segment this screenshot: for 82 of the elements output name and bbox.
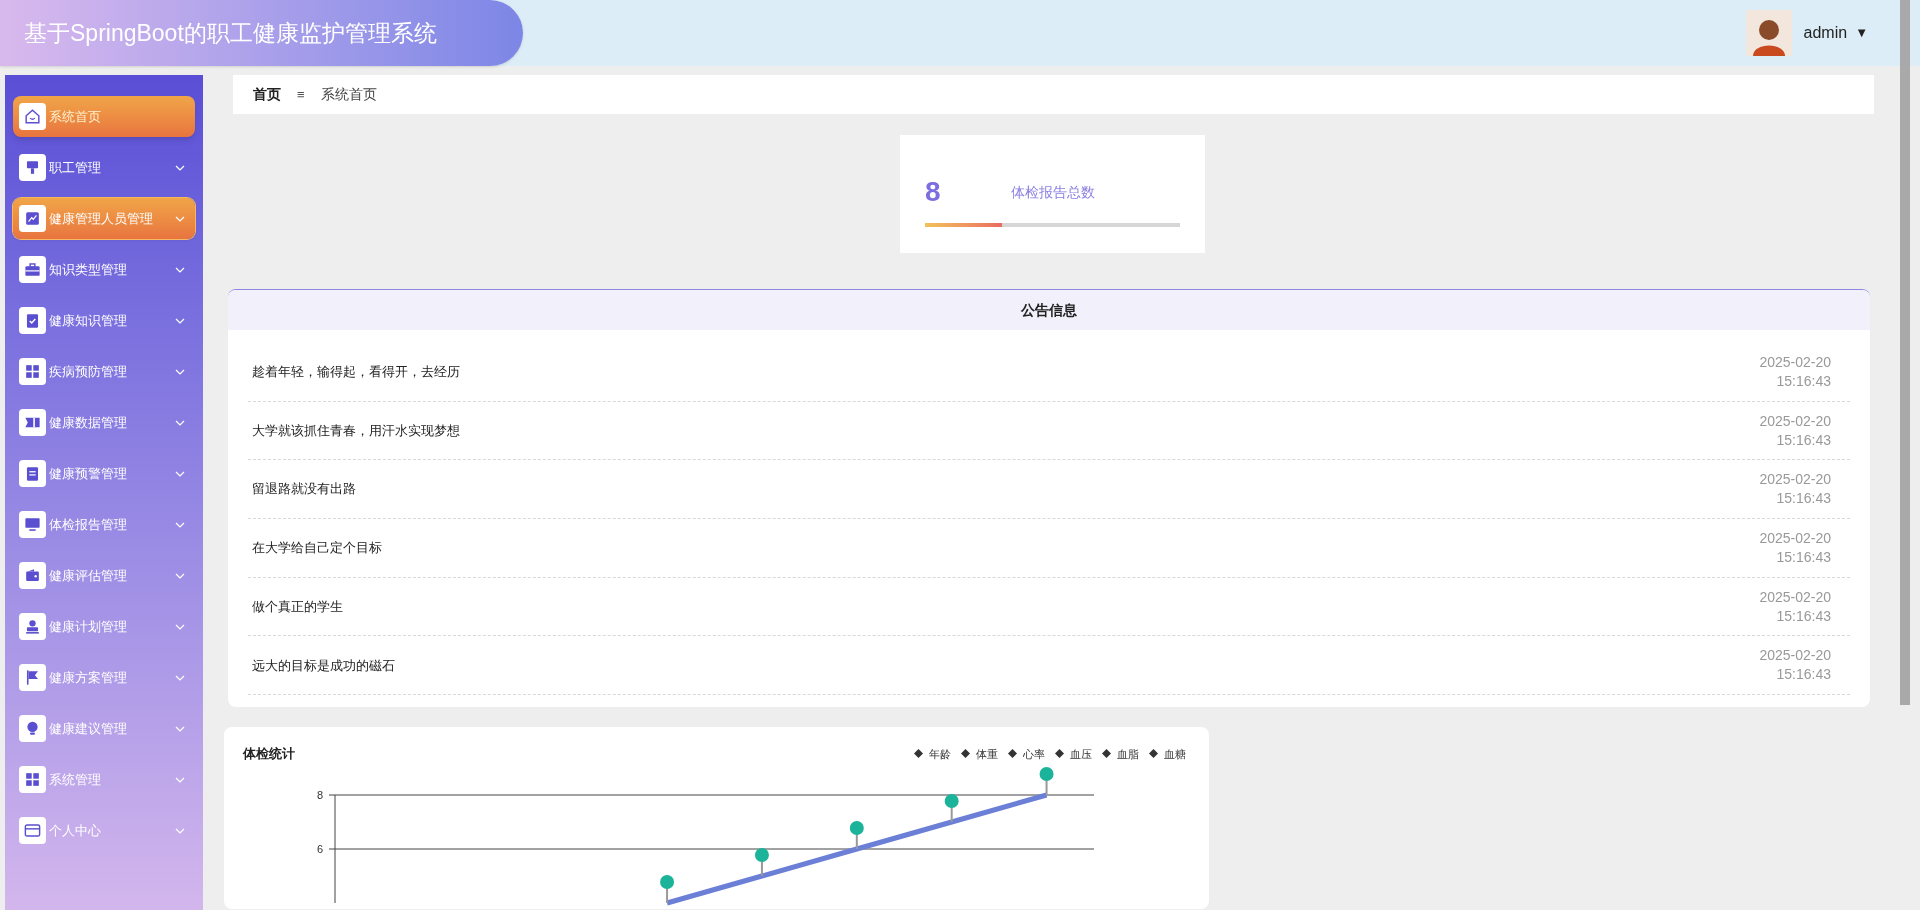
axis-tick-label: 6 <box>316 843 323 856</box>
monitor-icon <box>19 511 46 538</box>
notice-time: 15:16:43 <box>1776 547 1831 567</box>
chart-title: 体检统计 <box>243 745 295 764</box>
notice-title[interactable]: 留退路就没有出路 <box>252 479 356 499</box>
notice-date: 2025-02-20 <box>1759 587 1831 607</box>
chevron-down-icon <box>175 521 185 528</box>
menu-item[interactable]: 知识类型管理 <box>13 249 195 290</box>
card-icon <box>19 817 46 844</box>
chevron-down-icon <box>175 419 185 426</box>
notice-title[interactable]: 远大的目标是成功的磁石 <box>252 655 395 676</box>
avatar-icon[interactable] <box>1745 10 1792 56</box>
wallet-icon <box>19 562 46 589</box>
diamond-icon <box>1008 749 1017 759</box>
clipboard-check-icon <box>19 307 46 334</box>
chevron-down-icon <box>175 317 185 324</box>
notice-date: 2025-02-20 <box>1759 411 1831 431</box>
axis-tick-label: 8 <box>316 789 323 802</box>
notice-time: 15:16:43 <box>1776 489 1831 509</box>
chevron-down-icon <box>175 674 185 681</box>
breadcrumb-text: 系统首页 <box>320 85 377 104</box>
home-icon <box>19 103 46 130</box>
notice-time: 15:16:43 <box>1776 430 1831 450</box>
diamond-icon <box>1102 749 1111 759</box>
pin-marker <box>1039 767 1054 797</box>
legend-label[interactable]: 血压 <box>1070 745 1092 763</box>
notice-time: 15:16:43 <box>1776 665 1831 685</box>
separator-icon: ≡ <box>297 84 305 105</box>
notice-title[interactable]: 在大学给自己定个目标 <box>252 538 382 558</box>
user-name[interactable]: admin <box>1803 21 1848 45</box>
flag-icon <box>19 664 46 691</box>
chevron-down-icon <box>175 266 185 273</box>
diamond-icon <box>961 749 970 759</box>
chevron-down-icon <box>175 572 185 579</box>
diamond-icon <box>1055 749 1064 759</box>
diamond-icon <box>1149 749 1158 759</box>
chevron-down-icon <box>175 725 185 732</box>
legend-label[interactable]: 血糖 <box>1164 745 1186 763</box>
legend-label[interactable]: 心率 <box>1023 745 1045 763</box>
grid-icon <box>19 358 46 385</box>
notice-time: 15:16:43 <box>1776 371 1831 391</box>
ticket-icon <box>19 409 46 436</box>
legend-label[interactable]: 体重 <box>976 745 998 763</box>
user-stamp-icon <box>19 613 46 640</box>
legend-label[interactable]: 年龄 <box>929 745 951 763</box>
pin-marker <box>849 821 864 851</box>
app-title: 基于SpringBoot的职工健康监护管理系统 <box>24 18 437 48</box>
panel-title: 公告信息 <box>1021 300 1077 320</box>
menu-item[interactable]: 健康知识管理 <box>13 300 195 341</box>
chevron-down-icon <box>175 470 185 477</box>
notice-title[interactable]: 趁着年轻，输得起，看得开，去经历 <box>252 362 460 382</box>
menu-item[interactable]: 职工管理 <box>13 147 195 188</box>
caret-icon[interactable]: ▼ <box>1855 23 1868 43</box>
notice-title[interactable]: 大学就该抓住青春，用汗水实现梦想 <box>252 420 460 441</box>
pin-marker <box>754 848 769 878</box>
clipboard-icon <box>19 460 46 487</box>
pin-marker <box>944 794 959 824</box>
notice-date: 2025-02-20 <box>1759 470 1831 490</box>
lightbulb-icon <box>19 715 46 742</box>
chevron-down-icon <box>175 164 185 171</box>
chevron-down-icon <box>175 368 185 375</box>
pin-marker <box>660 875 675 905</box>
notice-time: 15:16:43 <box>1776 606 1831 626</box>
menu-item[interactable]: 疾病预防管理 <box>13 351 195 392</box>
notice-title[interactable]: 做个真正的学生 <box>252 596 343 617</box>
stat-label: 体检报告总数 <box>1011 182 1095 202</box>
breadcrumb-link[interactable]: 首页 <box>253 84 281 105</box>
chevron-down-icon <box>175 776 185 783</box>
chevron-down-icon <box>175 827 185 834</box>
chevron-down-icon <box>175 215 185 222</box>
signpost-icon <box>19 154 46 181</box>
grid-icon <box>19 766 46 793</box>
legend-label[interactable]: 血脂 <box>1117 745 1139 763</box>
notice-date: 2025-02-20 <box>1759 352 1831 372</box>
briefcase-icon <box>19 256 46 283</box>
stat-value: 8 <box>925 175 942 209</box>
notice-date: 2025-02-20 <box>1759 528 1831 548</box>
chevron-down-icon <box>175 623 185 630</box>
chart-icon <box>19 205 46 232</box>
diamond-icon <box>914 749 923 759</box>
notice-date: 2025-02-20 <box>1759 646 1831 666</box>
scroll-bar[interactable] <box>1900 0 1910 705</box>
